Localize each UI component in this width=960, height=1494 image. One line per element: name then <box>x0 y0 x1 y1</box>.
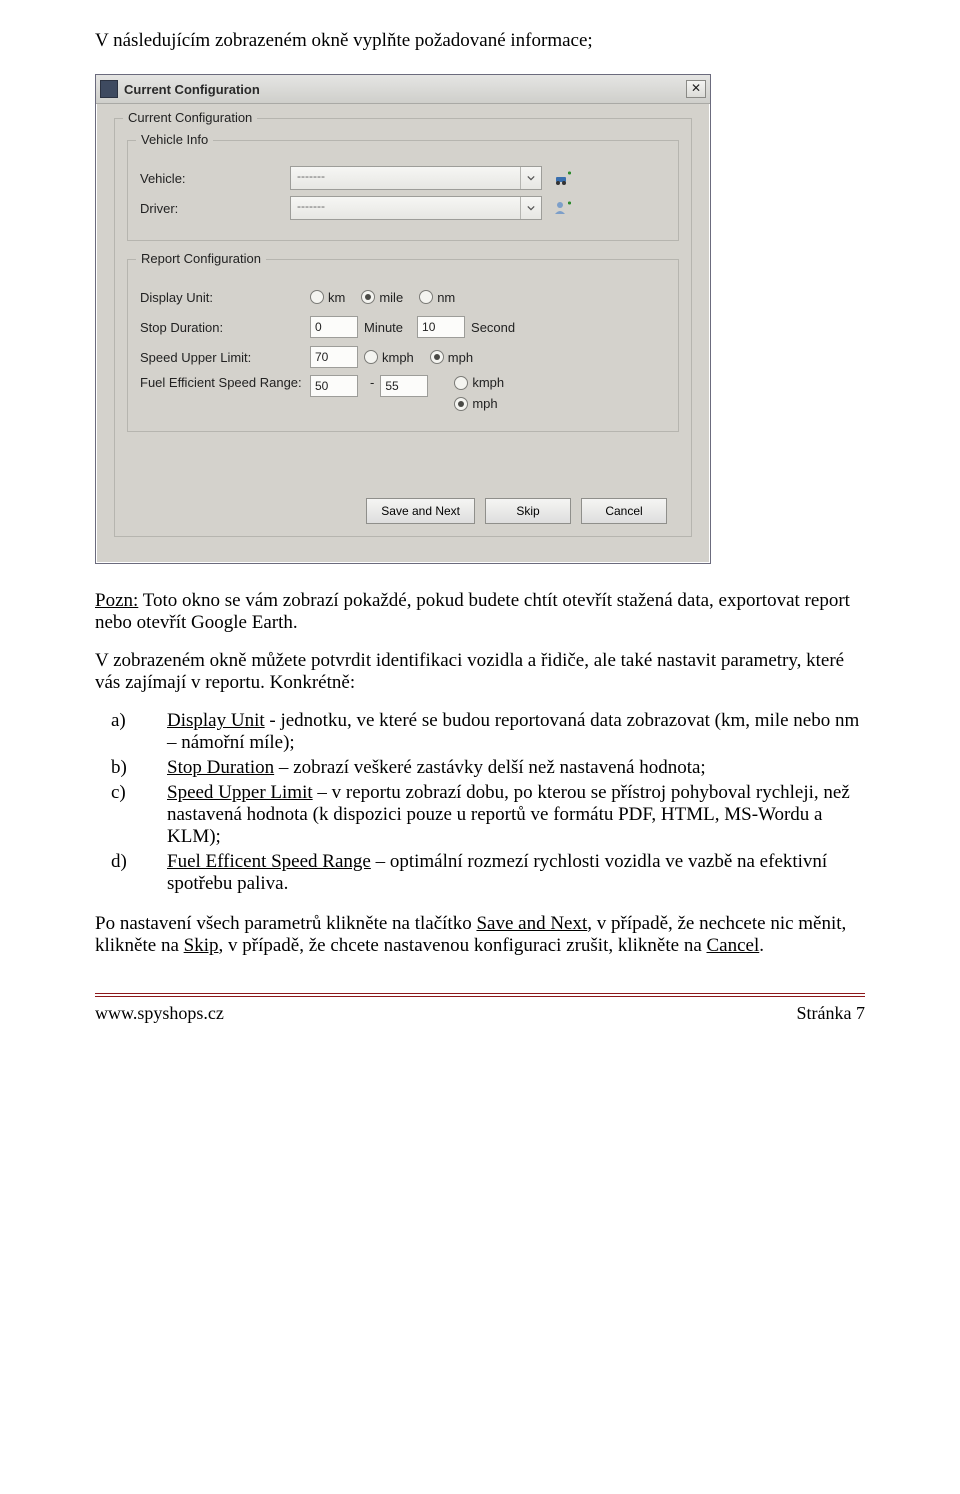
vehicle-group-title: Vehicle Info <box>136 132 213 147</box>
paragraph-2: V zobrazeném okně můžete potvrdit identi… <box>95 650 865 694</box>
list-marker: d) <box>139 851 167 873</box>
vehicle-select[interactable]: ------- <box>290 166 542 190</box>
speed-mph-label: mph <box>448 350 473 365</box>
app-icon <box>100 80 118 98</box>
note-prefix: Pozn: <box>95 590 138 611</box>
p3-t4: . <box>759 935 764 956</box>
chevron-down-icon[interactable] <box>520 197 541 219</box>
vehicle-label: Vehicle: <box>140 171 290 186</box>
save-next-button[interactable]: Save and Next <box>366 498 475 524</box>
fuel-kmph-label: kmph <box>472 375 504 390</box>
list-item: b)Stop Duration – zobrazí veškeré zastáv… <box>139 757 865 779</box>
stop-minute-input[interactable]: 0 <box>310 316 358 338</box>
footer-right: Stránka 7 <box>797 1003 865 1024</box>
list-term: Fuel Efficent Speed Range <box>167 851 371 872</box>
p3-u1: Save and Next <box>476 913 587 934</box>
p3-t3: , v případě, že chcete nastavenou konfig… <box>219 935 707 956</box>
driver-label: Driver: <box>140 201 290 216</box>
note-text: Toto okno se vám zobrazí pokaždé, pokud … <box>95 590 850 633</box>
page-footer: www.spyshops.cz Stránka 7 <box>95 993 865 1024</box>
vehicle-info-group: Vehicle Info Vehicle: ------- <box>127 140 679 241</box>
footer-left: www.spyshops.cz <box>95 1003 224 1024</box>
feature-list: a)Display Unit - jednotku, ve které se b… <box>95 710 865 895</box>
list-marker: b) <box>139 757 167 779</box>
list-marker: a) <box>139 710 167 732</box>
report-config-group: Report Configuration Display Unit: km mi… <box>127 259 679 432</box>
list-term: Stop Duration <box>167 757 274 778</box>
list-term: Display Unit <box>167 710 265 731</box>
titlebar: Current Configuration ✕ <box>96 75 710 104</box>
unit-nm-label: nm <box>437 290 455 305</box>
outer-group-title: Current Configuration <box>123 110 257 125</box>
p3-t1: Po nastavení všech parametrů klikněte na… <box>95 913 476 934</box>
stop-second-input[interactable]: 10 <box>417 316 465 338</box>
dash-label: - <box>370 375 374 390</box>
speed-kmph-label: kmph <box>382 350 414 365</box>
list-desc: - jednotku, ve které se budou reportovan… <box>167 710 859 753</box>
speed-limit-label: Speed Upper Limit: <box>140 350 310 365</box>
speed-kmph-radio[interactable]: kmph <box>364 350 414 365</box>
list-item: c)Speed Upper Limit – v reportu zobrazí … <box>139 782 865 848</box>
cancel-button[interactable]: Cancel <box>581 498 667 524</box>
list-term: Speed Upper Limit <box>167 782 313 803</box>
driver-select[interactable]: ------- <box>290 196 542 220</box>
driver-value: ------- <box>291 197 520 219</box>
unit-km-radio[interactable]: km <box>310 290 345 305</box>
outer-group: Current Configuration Vehicle Info Vehic… <box>114 118 692 537</box>
display-unit-label: Display Unit: <box>140 290 310 305</box>
unit-mile-radio[interactable]: mile <box>361 290 403 305</box>
list-item: a)Display Unit - jednotku, ve které se b… <box>139 710 865 754</box>
fuel-range-label: Fuel Efficient Speed Range: <box>140 375 310 390</box>
fuel-kmph-radio[interactable]: kmph <box>454 375 504 390</box>
list-item: d)Fuel Efficent Speed Range – optimální … <box>139 851 865 895</box>
speed-mph-radio[interactable]: mph <box>430 350 473 365</box>
fuel-low-input[interactable]: 50 <box>310 375 358 397</box>
second-label: Second <box>471 320 515 335</box>
intro-text: V následujícím zobrazeném okně vyplňte p… <box>95 30 865 52</box>
unit-km-label: km <box>328 290 345 305</box>
stop-duration-label: Stop Duration: <box>140 320 310 335</box>
unit-mile-label: mile <box>379 290 403 305</box>
list-marker: c) <box>139 782 167 804</box>
speed-limit-input[interactable]: 70 <box>310 346 358 368</box>
list-desc: – zobrazí veškeré zastávky delší než nas… <box>274 757 706 778</box>
fuel-mph-radio[interactable]: mph <box>454 396 504 411</box>
p3-u2: Skip <box>184 935 219 956</box>
paragraph-3: Po nastavení všech parametrů klikněte na… <box>95 913 865 957</box>
p3-u3: Cancel <box>707 935 760 956</box>
chevron-down-icon[interactable] <box>520 167 541 189</box>
add-driver-button[interactable] <box>552 197 574 219</box>
report-group-title: Report Configuration <box>136 251 266 266</box>
fuel-mph-label: mph <box>472 396 497 411</box>
note-paragraph: Pozn: Toto okno se vám zobrazí pokaždé, … <box>95 590 865 634</box>
config-dialog: Current Configuration ✕ Current Configur… <box>95 74 711 564</box>
add-vehicle-button[interactable] <box>552 167 574 189</box>
window-title: Current Configuration <box>124 82 686 97</box>
skip-button[interactable]: Skip <box>485 498 571 524</box>
unit-nm-radio[interactable]: nm <box>419 290 455 305</box>
fuel-high-input[interactable]: 55 <box>380 375 428 397</box>
vehicle-value: ------- <box>291 167 520 189</box>
minute-label: Minute <box>364 320 403 335</box>
close-icon[interactable]: ✕ <box>686 80 706 98</box>
